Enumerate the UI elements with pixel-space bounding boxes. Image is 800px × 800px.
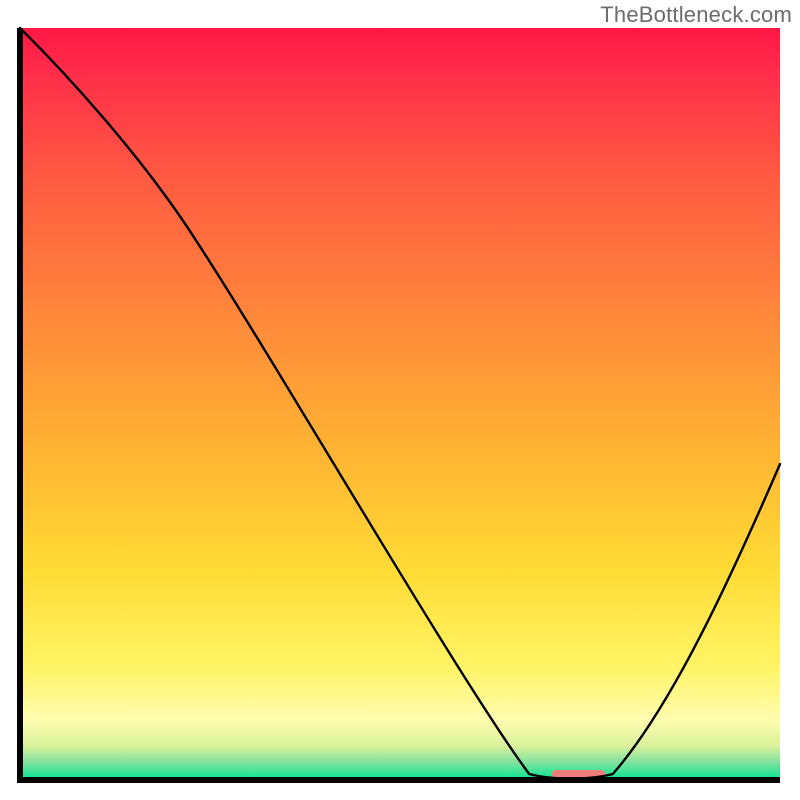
bottleneck-chart-svg	[0, 0, 800, 800]
plot-area	[20, 28, 780, 780]
chart-container: TheBottleneck.com	[0, 0, 800, 800]
watermark-text: TheBottleneck.com	[600, 2, 792, 28]
gradient-background	[20, 28, 780, 780]
